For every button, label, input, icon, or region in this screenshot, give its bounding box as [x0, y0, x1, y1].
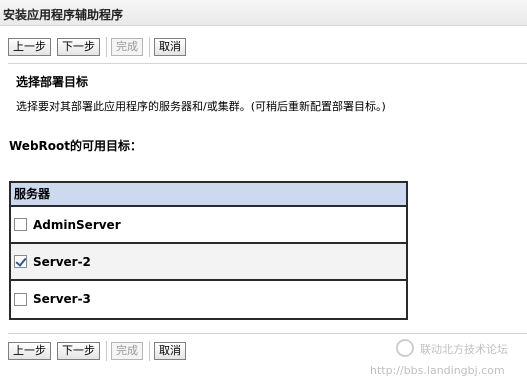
finish-button[interactable]: 完成 [111, 38, 143, 56]
window-title: 安装应用程序辅助程序 [3, 8, 124, 22]
table-header-servers: 服务器 [11, 183, 406, 207]
checkbox-server-3[interactable] [14, 292, 27, 306]
divider [8, 333, 527, 334]
checkbox-server-2[interactable] [14, 255, 27, 268]
checkbox-adminserver[interactable] [14, 218, 27, 231]
watermark-url: http://bbs.landingbj.com [370, 364, 505, 377]
cancel-button[interactable]: 取消 [154, 342, 186, 360]
next-button[interactable]: 下一步 [57, 342, 100, 360]
table-row: AdminServer [11, 207, 406, 244]
toolbar-separator [149, 37, 150, 57]
targets-table: 服务器 AdminServer Server-2 Server-3 [9, 181, 408, 320]
next-button[interactable]: 下一步 [57, 38, 100, 56]
section-heading: 选择部署目标 [16, 75, 89, 89]
table-row: Server-3 [11, 281, 406, 317]
back-button[interactable]: 上一步 [8, 342, 51, 360]
cancel-button[interactable]: 取消 [154, 38, 186, 56]
bottom-button-bar: 上一步 下一步 完成 取消 [8, 341, 192, 361]
back-button[interactable]: 上一步 [8, 38, 51, 56]
server-name: Server-2 [33, 254, 91, 269]
toolbar-separator [106, 37, 107, 57]
available-targets-label: WebRoot的可用目标： [9, 139, 143, 153]
watermark-logo-icon [396, 339, 414, 357]
server-name: AdminServer [33, 217, 121, 232]
window-titlebar: 安装应用程序辅助程序 [0, 0, 527, 26]
divider [8, 63, 527, 64]
toolbar-separator [106, 341, 107, 361]
top-button-bar: 上一步 下一步 完成 取消 [8, 37, 192, 57]
watermark-text: 联动北方技术论坛 [420, 343, 508, 356]
section-description: 选择要对其部署此应用程序的服务器和/或集群。(可稍后重新配置部署目标。) [16, 100, 386, 113]
server-name: Server-3 [33, 292, 91, 306]
table-row: Server-2 [11, 244, 406, 281]
finish-button[interactable]: 完成 [111, 342, 143, 360]
toolbar-separator [149, 341, 150, 361]
